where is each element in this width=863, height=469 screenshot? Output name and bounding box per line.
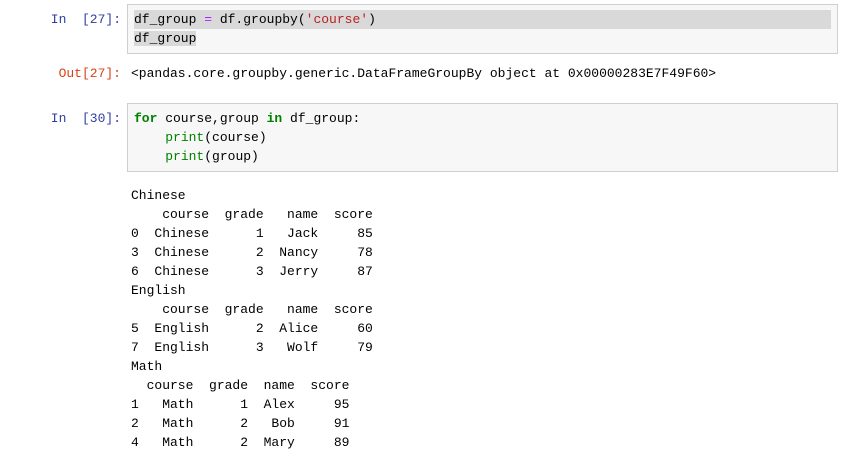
code-editor-30[interactable]: for course,group in df_group: print(cour… (127, 103, 838, 172)
output-row-27: Out[27]: <pandas.core.groupby.generic.Da… (0, 64, 863, 83)
code-lines-27: df_group = df.groupby('course') df_group (134, 10, 831, 48)
notebook-page: In [27]: df_group = df.groupby('course')… (0, 0, 863, 469)
output-repr-27: <pandas.core.groupby.generic.DataFrameGr… (131, 66, 717, 81)
code-cell-27: In [27]: df_group = df.groupby('course')… (0, 4, 863, 54)
stream-output-30: Chinese course grade name score 0 Chines… (131, 188, 373, 450)
code-cell-30: In [30]: for course,group in df_group: p… (0, 103, 863, 172)
stream-output-row-30: Chinese course grade name score 0 Chines… (0, 186, 863, 452)
code-editor-27[interactable]: df_group = df.groupby('course') df_group (127, 4, 838, 54)
input-prompt-27: In [27]: (50, 12, 121, 27)
code-lines-30: for course,group in df_group: print(cour… (134, 111, 361, 164)
input-prompt-30: In [30]: (50, 111, 121, 126)
output-prompt-27: Out[27]: (58, 66, 121, 81)
